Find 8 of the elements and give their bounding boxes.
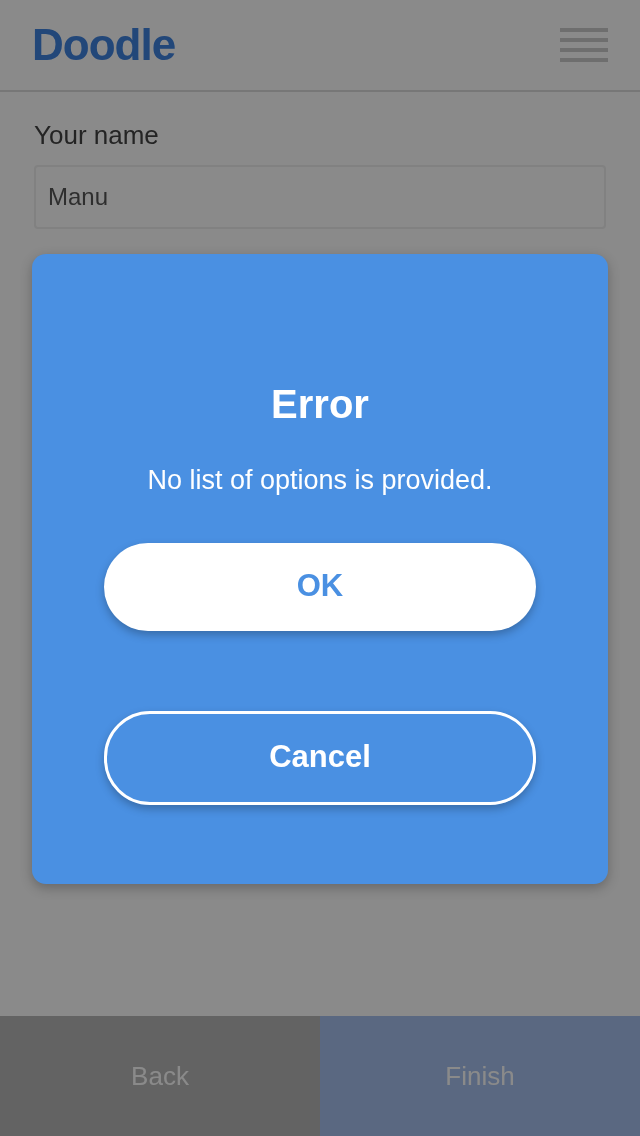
dialog-title: Error (270, 381, 370, 428)
name-field[interactable]: Manu (34, 165, 606, 229)
logo[interactable]: Doodle (32, 12, 176, 78)
field-label: Your name (34, 119, 160, 152)
dialog-message: No list of options is provided. (146, 464, 494, 497)
ok-button[interactable]: OK (104, 542, 536, 631)
cancel-button[interactable]: Cancel (104, 710, 536, 805)
menu-icon[interactable] (560, 28, 608, 62)
